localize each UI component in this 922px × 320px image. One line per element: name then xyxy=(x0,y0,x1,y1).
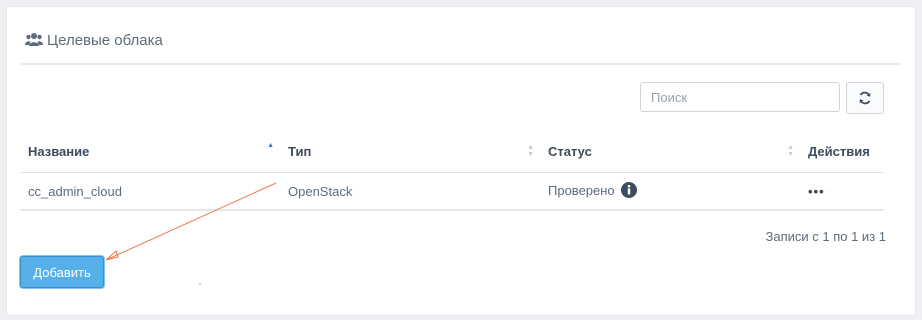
sort-icon: ▲ ▼ xyxy=(787,144,794,158)
users-icon xyxy=(25,32,43,48)
table-header-row: Название ▲ Тип ▲ ▼ Статус ▲ ▼ Действия xyxy=(20,130,884,173)
add-button[interactable]: Добавить xyxy=(20,256,104,288)
cell-status: Проверено xyxy=(540,172,800,211)
sort-asc-icon: ▲ xyxy=(267,142,274,149)
column-header-name[interactable]: Название ▲ xyxy=(20,130,280,173)
cell-name: cc_admin_cloud xyxy=(20,172,280,211)
actions-menu-button[interactable]: ••• xyxy=(808,184,825,199)
table-row: cc_admin_cloud OpenStack Проверено ••• xyxy=(20,172,884,211)
records-info: Записи с 1 по 1 из 1 xyxy=(765,229,887,244)
refresh-icon xyxy=(859,91,871,105)
header-divider xyxy=(21,63,901,65)
cell-type: OpenStack xyxy=(280,172,540,211)
column-header-status[interactable]: Статус ▲ ▼ xyxy=(540,130,800,173)
clouds-table: Название ▲ Тип ▲ ▼ Статус ▲ ▼ Действия c… xyxy=(20,130,884,211)
cell-actions: ••• xyxy=(800,172,884,211)
search-input[interactable] xyxy=(640,82,840,112)
sort-icon: ▲ ▼ xyxy=(527,144,534,158)
column-header-actions: Действия xyxy=(800,130,884,173)
panel-header: Целевые облака xyxy=(21,20,915,60)
page-title: Целевые облака xyxy=(47,31,163,49)
column-header-type[interactable]: Тип ▲ ▼ xyxy=(280,130,540,173)
refresh-button[interactable] xyxy=(846,82,884,114)
info-icon[interactable] xyxy=(621,181,638,201)
